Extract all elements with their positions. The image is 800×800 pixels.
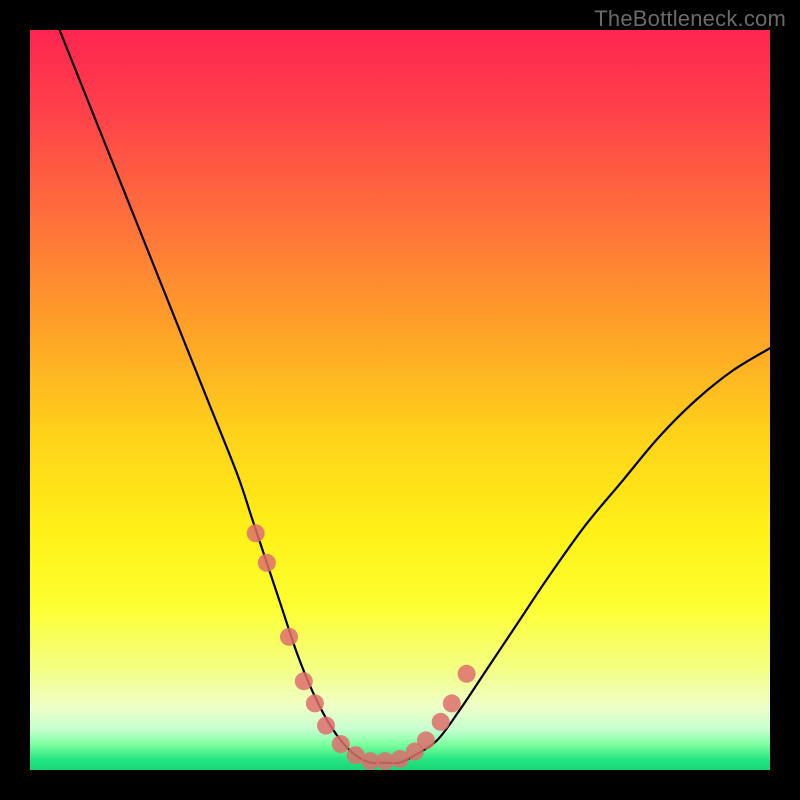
marker-point [258, 554, 276, 572]
marker-point [247, 524, 265, 542]
marker-point [432, 713, 450, 731]
marker-point [332, 735, 350, 753]
marker-point [443, 694, 461, 712]
watermark-text: TheBottleneck.com [594, 6, 786, 32]
marker-point [295, 672, 313, 690]
marker-point [306, 694, 324, 712]
chart-frame: TheBottleneck.com [0, 0, 800, 800]
plot-area [30, 30, 770, 770]
marker-point [317, 717, 335, 735]
bottleneck-curve [30, 30, 770, 770]
marker-point [417, 731, 435, 749]
marker-point [458, 665, 476, 683]
marker-point [280, 628, 298, 646]
